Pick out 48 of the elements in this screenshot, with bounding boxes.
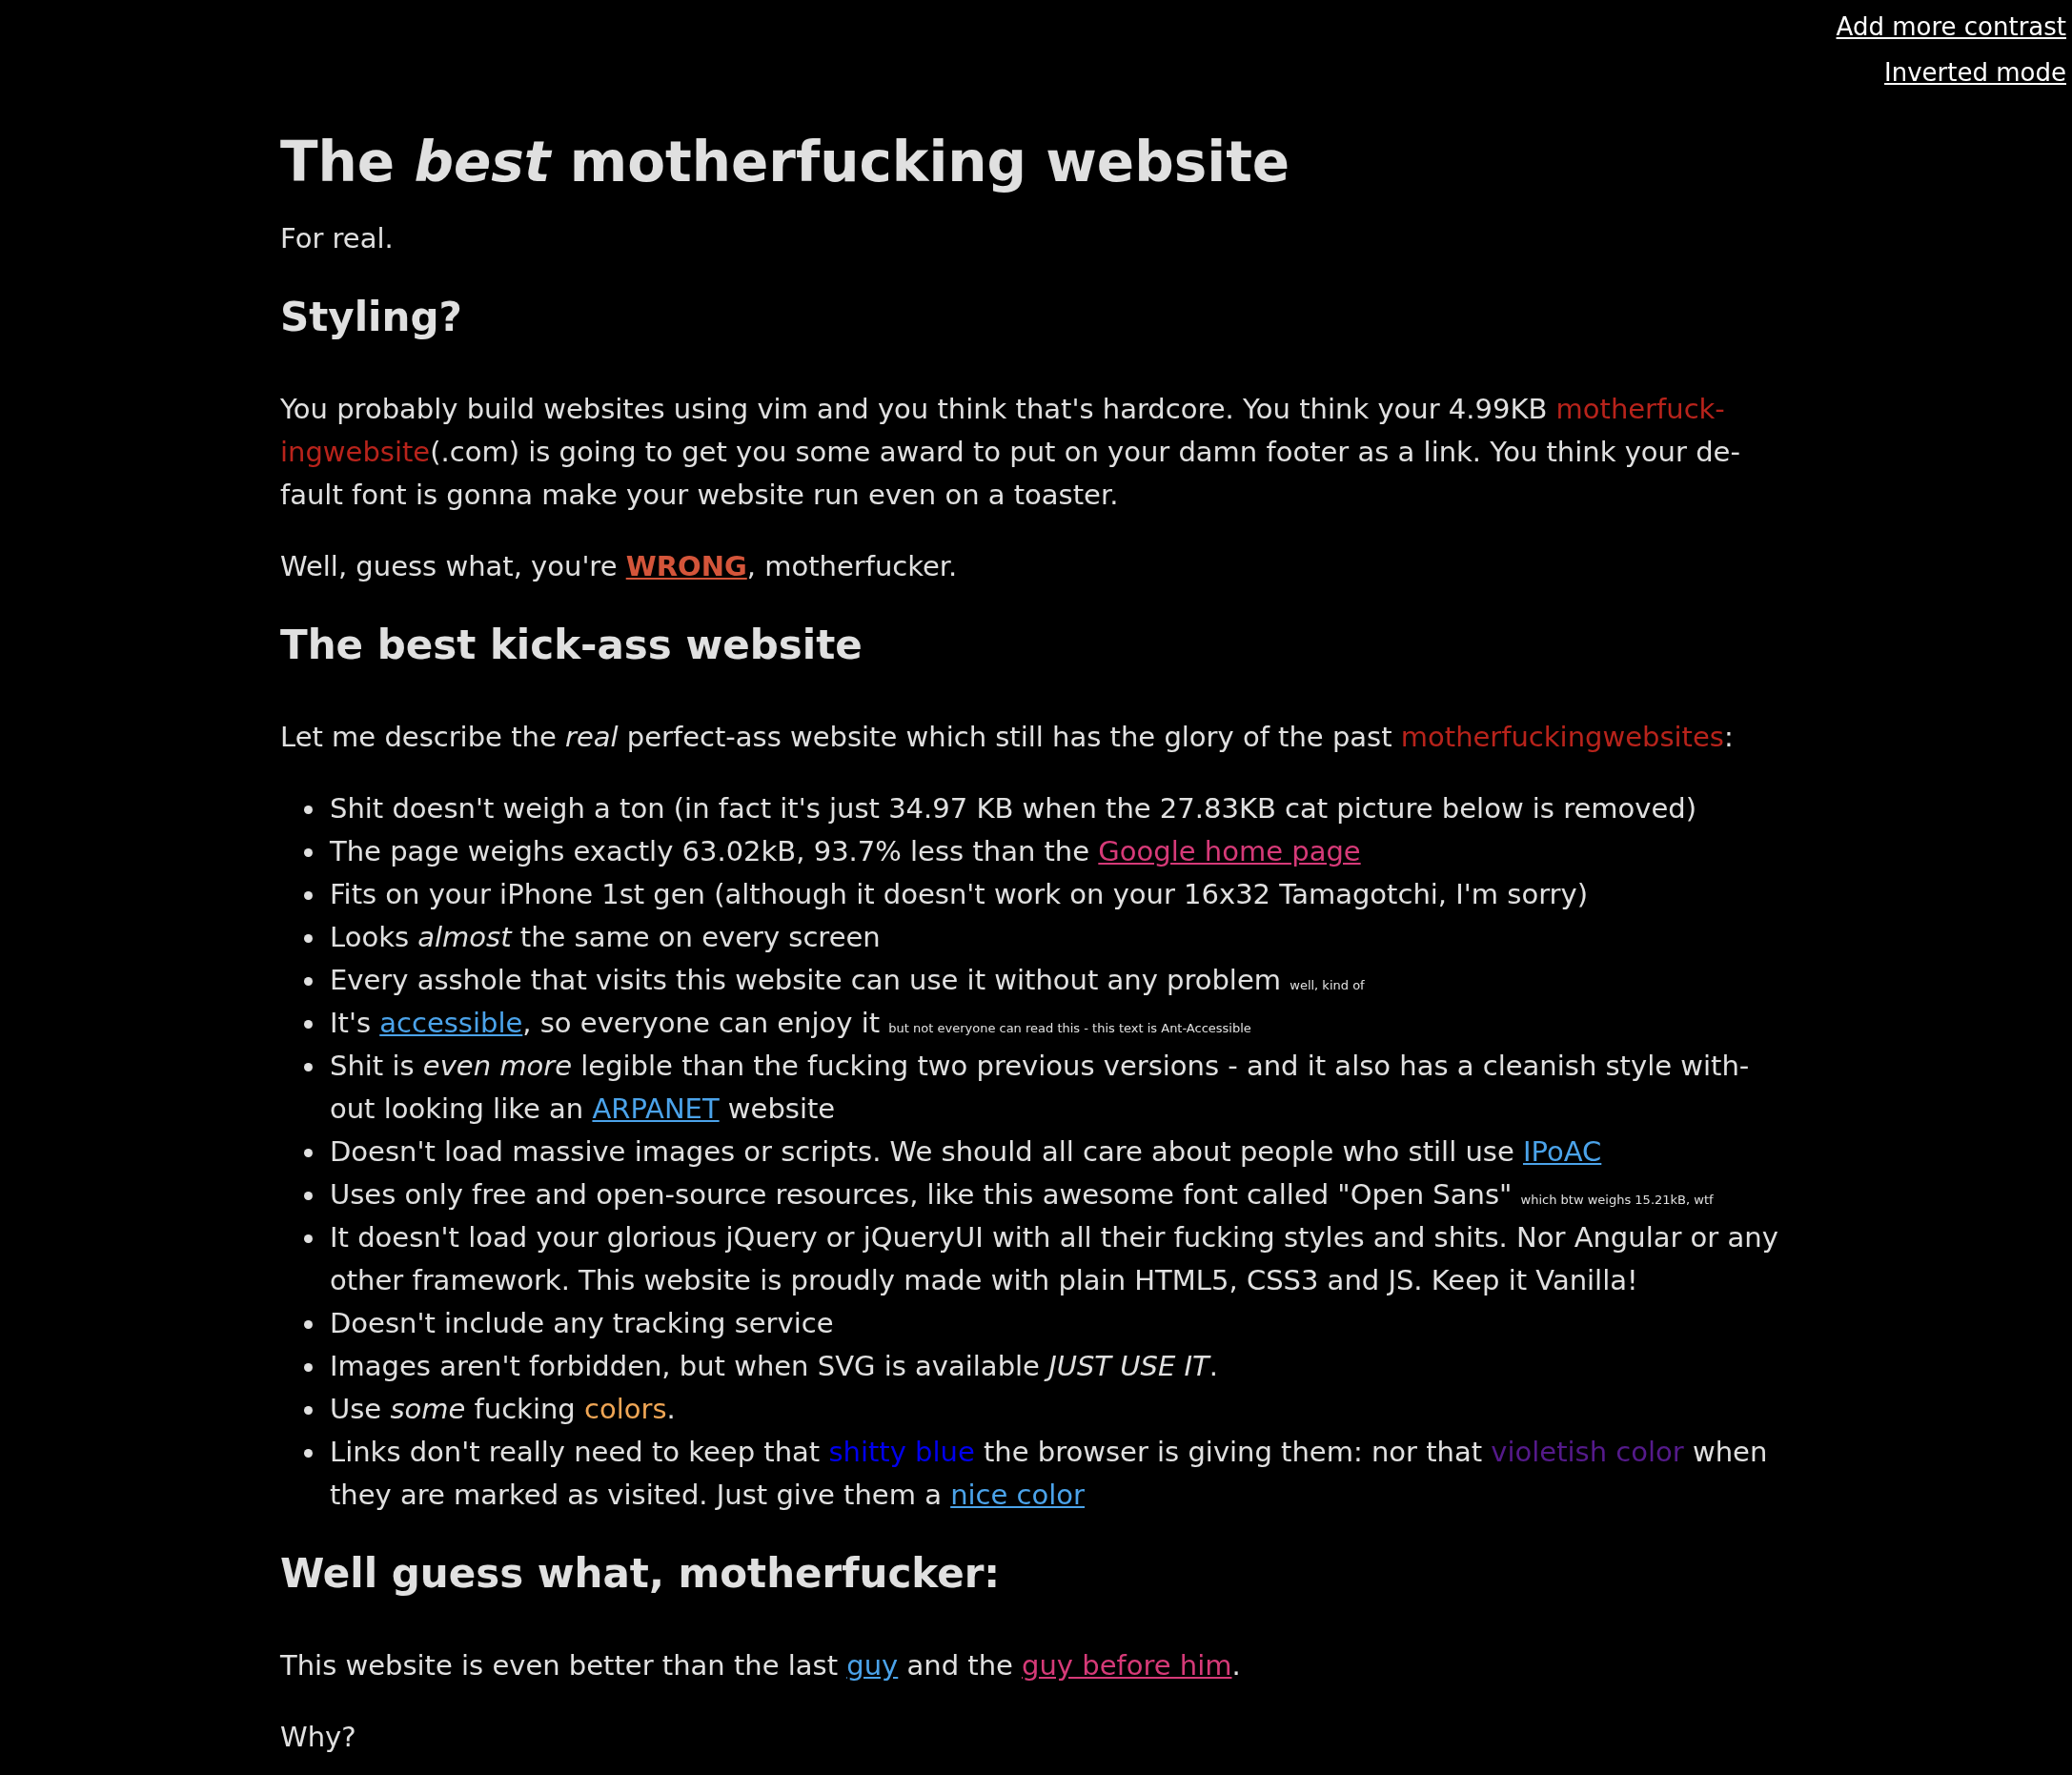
text-link[interactable]: WRONG xyxy=(625,545,747,588)
list-item-text: Uses only free and open-source resources, like this awesome font called "Open Sans" which btw weighs 15.21kB, wtf xyxy=(330,1177,1715,1213)
subtitle: For real. xyxy=(280,221,395,256)
list-item-text: Doesn't include any tracking service xyxy=(330,1306,835,1341)
bullet-icon xyxy=(304,891,313,900)
bullet-icon xyxy=(304,1020,313,1029)
bullet-icon xyxy=(304,977,313,986)
corner-link[interactable]: Inverted mode xyxy=(1884,55,2066,90)
bullet-icon xyxy=(304,1406,313,1415)
bullet-icon xyxy=(304,1149,313,1157)
list-item-text: Doesn't load massive images or scripts. We should all care about people who still use IPoAC xyxy=(330,1131,1781,1173)
bullet-icon xyxy=(304,1449,313,1458)
paragraph-text: Why? xyxy=(280,1720,357,1755)
section-heading: Well guess what, motherfucker: xyxy=(280,1549,1002,1599)
bullet-icon xyxy=(304,848,313,857)
page-title: The best motherfucking website xyxy=(280,129,1291,196)
bullet-icon xyxy=(304,1234,313,1243)
text-link[interactable]: nice color xyxy=(950,1474,1086,1517)
list-item-text: Looks almost the same on every screen xyxy=(330,920,882,955)
list-item-text: Shit is even more legible than the fucking two previous versions - and it also has a cleanish style with-out looking like an ARPANET website xyxy=(330,1045,1781,1131)
bullet-icon xyxy=(304,934,313,943)
list-item-text: The page weighs exactly 63.02kB, 93.7% less than the Google home page xyxy=(330,830,1781,873)
text-link[interactable]: ARPANET xyxy=(592,1088,720,1131)
paragraph-text: Let me describe the real perfect-ass website which still has the glory of the past motherfuckingwebsites: xyxy=(280,716,1781,759)
list-item-text: Fits on your iPhone 1st gen (although it doesn't work on your 16x32 Tamagotchi, I'm sorry) xyxy=(330,877,1589,912)
list-item-text: It's accessible, so everyone can enjoy it but not everyone can read this - this text is Ant-Accessible xyxy=(330,1002,1781,1045)
section-heading: The best kick-ass website xyxy=(280,621,863,670)
text-link[interactable]: guy xyxy=(846,1644,899,1687)
list-item-text: Images aren't forbidden, but when SVG is available JUST USE IT. xyxy=(330,1349,1219,1384)
list-item-text: It doesn't load your glorious jQuery or jQueryUI with all their fucking styles and shits. Nor Angular or any other framework. This website is proudly made with plain HTML5, CSS3 and JS. Keep it Vanilla! xyxy=(330,1220,1779,1298)
bullet-icon xyxy=(304,1192,313,1200)
section-heading: Styling? xyxy=(280,293,463,342)
bullet-icon xyxy=(304,1320,313,1329)
list-item-text: Shit doesn't weigh a ton (in fact it's just 34.97 KB when the 27.83KB cat picture below is removed) xyxy=(330,791,1698,826)
text-link[interactable]: guy before him xyxy=(1022,1644,1232,1687)
paragraph-text: This website is even better than the last guy and the guy before him. xyxy=(280,1644,1781,1687)
bullet-icon xyxy=(304,806,313,814)
text-link[interactable]: accessible xyxy=(379,1002,523,1045)
list-item-text: Use some fucking colors. xyxy=(330,1392,677,1427)
list-item-text: Links don't really need to keep that shitty blue the browser is giving them: nor that violetish color when they are marked as visited. Just give them a nice color xyxy=(330,1431,1781,1517)
bullet-icon xyxy=(304,1063,313,1071)
text-link[interactable]: Google home page xyxy=(1098,830,1361,873)
bullet-icon xyxy=(304,1363,313,1372)
paragraph-text: You probably build websites using vim and you think that's hardcore. You think your 4.99KB motherfuck- ingwebsite(.com) is going to get you some award to put on your damn footer as a link. You think your de-fault font is gonna make your website run even on a toaster. xyxy=(280,388,1781,517)
text-link[interactable]: IPoAC xyxy=(1522,1131,1602,1173)
corner-link[interactable]: Add more contrast xyxy=(1836,10,2066,44)
paragraph-text: Well, guess what, you're WRONG, motherfucker. xyxy=(280,545,1781,588)
list-item-text: Every asshole that visits this website can use it without any problem well, kind of xyxy=(330,963,1366,998)
